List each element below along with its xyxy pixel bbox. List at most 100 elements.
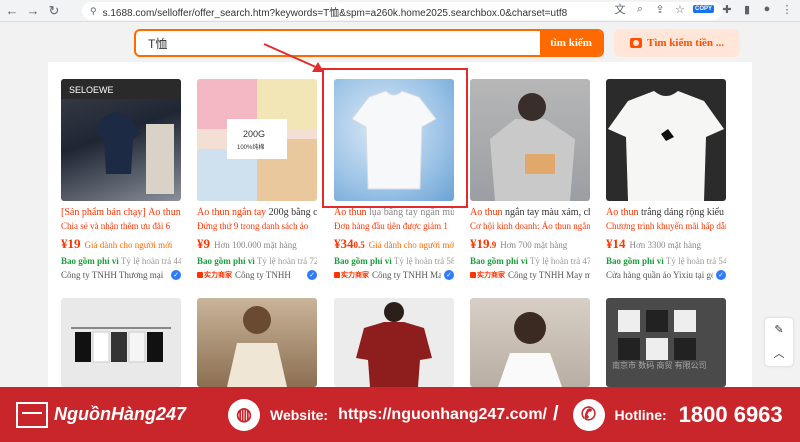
search-button[interactable]: tìm kiếm xyxy=(540,31,602,55)
product-image[interactable]: 200G 100%纯棉 xyxy=(197,79,317,201)
product-price: ¥19.9 xyxy=(470,236,497,251)
product-price: ¥340.5 xyxy=(334,236,365,251)
product-card[interactable] xyxy=(334,298,454,387)
website-link[interactable]: https://nguonhang247.com/ xyxy=(338,406,547,424)
product-image[interactable]: 南京市 数码 商贸 有限公司 xyxy=(606,298,726,387)
annotation-arrow-icon xyxy=(263,43,324,72)
shop-name[interactable]: Công ty TNHH Thương mại xyxy=(61,270,168,280)
profile-avatar-icon[interactable]: ● xyxy=(760,2,774,16)
website-label: Website: xyxy=(270,406,329,423)
site-info-icon[interactable]: ⚲ xyxy=(90,6,97,17)
product-price: ¥19 xyxy=(61,236,81,251)
product-image[interactable] xyxy=(606,79,726,201)
product-promo: Đơn hàng đầu tiên được giảm 1 xyxy=(334,221,448,231)
tshirt-grid-photo-icon xyxy=(618,310,696,360)
product-image[interactable] xyxy=(470,79,590,201)
sidebar-icon[interactable]: ▮ xyxy=(740,2,754,16)
price-row: ¥19 Giá dành cho người mới xyxy=(61,236,181,252)
power-merchant-badge: 实力商家 xyxy=(470,270,505,280)
product-title[interactable]: Áo thun ngắn tay màu xám, ch xyxy=(470,207,590,218)
image-search-button[interactable]: Tìm kiếm tiền ... xyxy=(614,29,740,57)
product-card[interactable]: Áo thun trắng dáng rộng kiểu Chương trìn… xyxy=(606,79,726,280)
shop-row[interactable]: 实力商家 Công ty TNHH ✓ xyxy=(197,270,317,280)
product-promo: Chia sẻ và nhận thêm ưu đãi 6 xyxy=(61,221,171,231)
copy-extension-icon[interactable]: COPY xyxy=(692,5,714,13)
box-logo-icon xyxy=(16,401,48,428)
product-title[interactable]: [Sản phẩm bán chạy] Áo thun xyxy=(61,207,181,218)
svg-text:200G: 200G xyxy=(243,129,265,139)
price-note: Hơn 700 mặt hàng xyxy=(500,240,568,250)
product-card[interactable]: SELOEWE [Sản phẩm bán chạy] Áo thun Chia… xyxy=(61,79,181,280)
translate-icon[interactable]: 文 xyxy=(613,2,627,16)
verified-icon: ✓ xyxy=(444,270,454,280)
menu-dots-icon[interactable]: ⋮ xyxy=(780,2,794,16)
hotline-number[interactable]: 1800 6963 xyxy=(679,402,783,428)
forward-icon[interactable]: → xyxy=(24,2,42,20)
price-note: Giá dành cho người mới xyxy=(84,240,173,250)
price-row: ¥19.9 Hơn 700 mặt hàng xyxy=(470,236,590,252)
tshirt-rack-photo-icon xyxy=(71,327,171,363)
product-card[interactable] xyxy=(197,298,317,387)
power-merchant-badge: 实力商家 xyxy=(197,270,232,280)
product-card[interactable] xyxy=(61,298,181,387)
search-input[interactable] xyxy=(136,31,540,55)
shop-row[interactable]: Công ty TNHH Thương mại ✓ xyxy=(61,270,181,280)
camera-icon xyxy=(630,38,642,48)
bookmark-star-icon[interactable]: ☆ xyxy=(673,2,687,16)
svg-text:SELOEWE: SELOEWE xyxy=(69,85,114,95)
image-watermark: 南京市 数码 商贸 有限公司 xyxy=(612,361,707,370)
shop-row[interactable]: 实力商家 Công ty TNHH May ✓ xyxy=(334,270,454,280)
model-photo-icon xyxy=(227,306,287,387)
product-title[interactable]: Áo thun lụa băng tay ngắn mù xyxy=(334,207,454,218)
price-note: Hơn 3300 mặt hàng xyxy=(629,240,702,250)
tshirt-photo-icon xyxy=(490,93,575,201)
shipping-info: Bao gồm phí vì Tỷ lệ hoàn trả 72% xyxy=(197,256,317,266)
verified-icon: ✓ xyxy=(716,270,726,280)
svg-text:100%纯棉: 100%纯棉 xyxy=(237,143,264,151)
share-icon[interactable]: ⇪ xyxy=(653,2,667,16)
footer-banner: NguồnHàng247 ◍ Website: https://nguonhan… xyxy=(0,387,800,442)
search-icon[interactable]: ⌕ xyxy=(633,2,647,16)
hotline-label: Hotline: xyxy=(614,406,667,423)
product-title[interactable]: Áo thun ngắn tay 200g bằng c xyxy=(197,207,317,218)
product-promo: Đứng thứ 9 trong danh sách áo xyxy=(197,221,309,231)
edit-icon[interactable]: ✎ xyxy=(774,323,783,336)
back-icon[interactable]: ← xyxy=(3,2,21,20)
price-row: ¥9 Hơn 100.000 mặt hàng xyxy=(197,236,317,252)
browser-toolbar: ← → ↻ ⚲ s.1688.com/selloffer/offer_searc… xyxy=(0,0,800,22)
tshirt-photo-icon: 200G 100%纯棉 xyxy=(197,79,317,201)
search-bar: tìm kiếm xyxy=(134,29,604,57)
product-image[interactable] xyxy=(334,298,454,387)
shop-row[interactable]: Cửa hàng quần áo Yixiu tại góc ✓ xyxy=(606,270,726,280)
product-image[interactable] xyxy=(470,298,590,387)
scroll-top-icon[interactable]: ︿ xyxy=(774,345,785,361)
shipping-info: Bao gồm phí vì Tỷ lệ hoàn trả 58% xyxy=(334,256,454,266)
product-card[interactable] xyxy=(470,298,590,387)
product-promo: Chương trình khuyến mãi hấp dẫn: xyxy=(606,221,726,231)
verified-icon: ✓ xyxy=(171,270,181,280)
price-row: ¥14 Hơn 3300 mặt hàng xyxy=(606,236,726,252)
power-merchant-badge: 实力商家 xyxy=(334,270,369,280)
product-card[interactable]: 南京市 数码 商贸 有限公司 xyxy=(606,298,726,387)
product-card[interactable]: 200G 100%纯棉 Áo thun ngắn tay 200g bằng c… xyxy=(197,79,317,280)
shop-name[interactable]: Công ty TNHH xyxy=(235,270,304,280)
shop-row[interactable]: 实力商家 Công ty TNHH May mặc Feien xyxy=(470,270,590,280)
tshirt-photo-icon xyxy=(356,302,432,387)
tshirt-photo-icon: SELOEWE xyxy=(61,79,181,194)
product-title[interactable]: Áo thun trắng dáng rộng kiểu xyxy=(606,207,726,218)
product-card[interactable]: Áo thun ngắn tay màu xám, ch Cơ hội kinh… xyxy=(470,79,590,280)
brand-name: NguồnHàng247 xyxy=(54,404,187,424)
extensions-puzzle-icon[interactable]: ✚ xyxy=(720,2,734,16)
shop-name[interactable]: Công ty TNHH May mặc Feien xyxy=(508,270,590,280)
phone-icon: ✆ xyxy=(572,398,605,431)
product-image[interactable]: SELOEWE xyxy=(61,79,181,201)
image-search-label: Tìm kiếm tiền ... xyxy=(647,37,724,49)
price-row: ¥340.5 Giá dành cho người mớ xyxy=(334,236,454,252)
verified-icon: ✓ xyxy=(307,270,317,280)
product-image[interactable] xyxy=(61,298,181,387)
product-image[interactable] xyxy=(197,298,317,387)
reload-icon[interactable]: ↻ xyxy=(45,2,63,20)
shipping-info: Bao gồm phí vì Tỷ lệ hoàn trả 44% xyxy=(61,256,181,266)
shop-name[interactable]: Cửa hàng quần áo Yixiu tại góc xyxy=(606,270,713,280)
shop-name[interactable]: Công ty TNHH May xyxy=(372,270,441,280)
